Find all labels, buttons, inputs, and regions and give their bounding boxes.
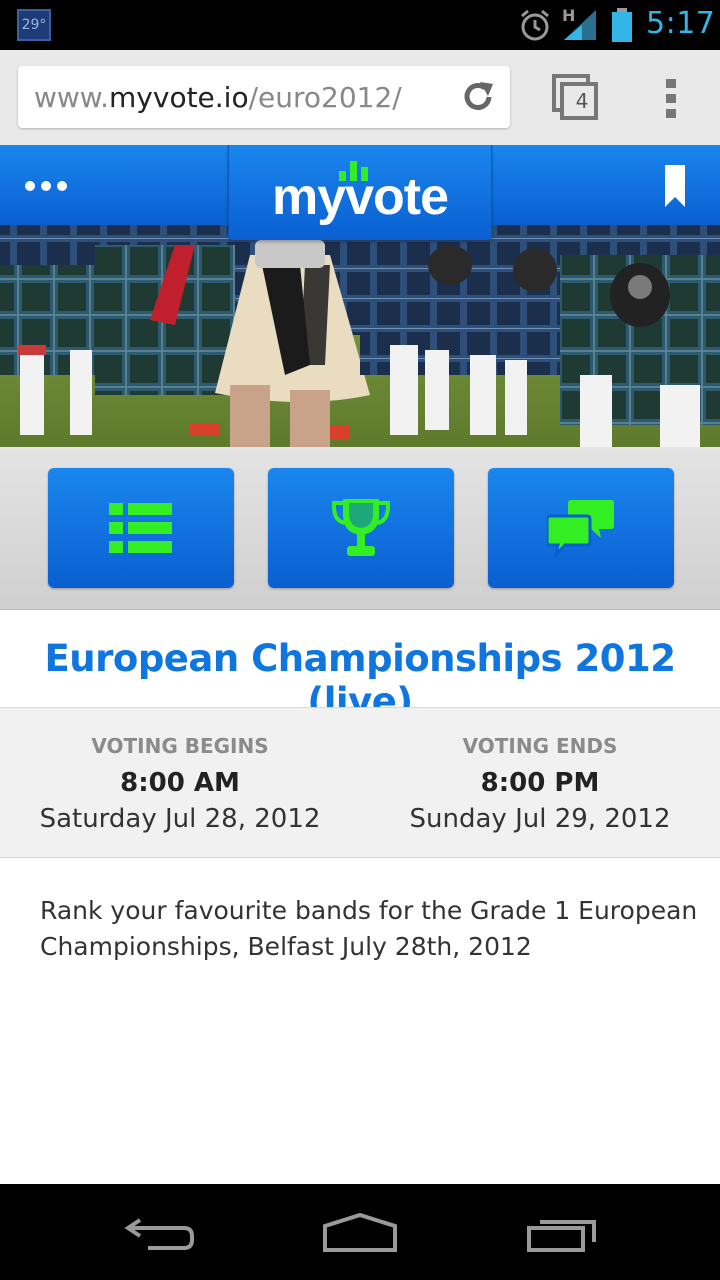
voting-ends-label: VOTING ENDS: [462, 734, 618, 758]
browser-toolbar: www.myvote.io/euro2012/ 4: [0, 50, 720, 146]
voting-ends-date: Sunday Jul 29, 2012: [409, 804, 671, 834]
back-icon[interactable]: [124, 1214, 196, 1254]
voting-begins-time: 8:00 AM: [120, 768, 240, 798]
tab-count: 4: [575, 89, 589, 113]
recents-icon[interactable]: [526, 1212, 600, 1254]
voting-begins-date: Saturday Jul 28, 2012: [39, 804, 321, 834]
list-button[interactable]: [48, 468, 234, 588]
voting-begins-label: VOTING BEGINS: [91, 734, 269, 758]
site-header: myvote: [0, 145, 720, 240]
tabs-button[interactable]: 4: [552, 74, 600, 122]
status-bar: 29° H 5:17: [0, 0, 720, 50]
logo-text: myvote: [271, 168, 449, 226]
home-icon[interactable]: [322, 1212, 398, 1254]
voting-ends: VOTING ENDS 8:00 PM Sunday Jul 29, 2012: [360, 734, 720, 834]
results-button[interactable]: [268, 468, 454, 588]
chat-icon: [547, 500, 614, 558]
url-text[interactable]: www.myvote.io/euro2012/: [34, 81, 402, 114]
weather-badge: 29°: [17, 9, 51, 41]
list-icon: [109, 503, 172, 553]
more-dots-icon[interactable]: [24, 180, 68, 192]
system-nav-bar: [0, 1184, 720, 1280]
signal-icon: H: [560, 6, 600, 42]
reload-icon[interactable]: [460, 79, 496, 115]
url-bar[interactable]: www.myvote.io/euro2012/: [18, 66, 510, 128]
url-host: myvote.io: [109, 81, 249, 114]
pipers-kilts-image: [0, 225, 720, 447]
section-nav: [0, 447, 720, 610]
event-description: Rank your favourite bands for the Grade …: [40, 896, 698, 961]
trophy-icon: [331, 499, 391, 556]
alarm-icon: [521, 9, 549, 41]
hero-image: [0, 225, 720, 447]
url-path: /euro2012/: [248, 81, 402, 114]
bookmark-icon[interactable]: [665, 165, 685, 207]
url-prefix: www.: [34, 81, 110, 114]
clock: 5:17: [646, 6, 716, 41]
voting-begins: VOTING BEGINS 8:00 AM Saturday Jul 28, 2…: [0, 734, 360, 834]
voting-schedule: VOTING BEGINS 8:00 AM Saturday Jul 28, 2…: [0, 707, 720, 858]
voting-ends-time: 8:00 PM: [480, 768, 600, 798]
discussion-button[interactable]: [488, 468, 674, 588]
overflow-menu-icon[interactable]: [664, 77, 678, 119]
logo[interactable]: myvote: [228, 145, 492, 240]
battery-icon: [612, 8, 632, 42]
